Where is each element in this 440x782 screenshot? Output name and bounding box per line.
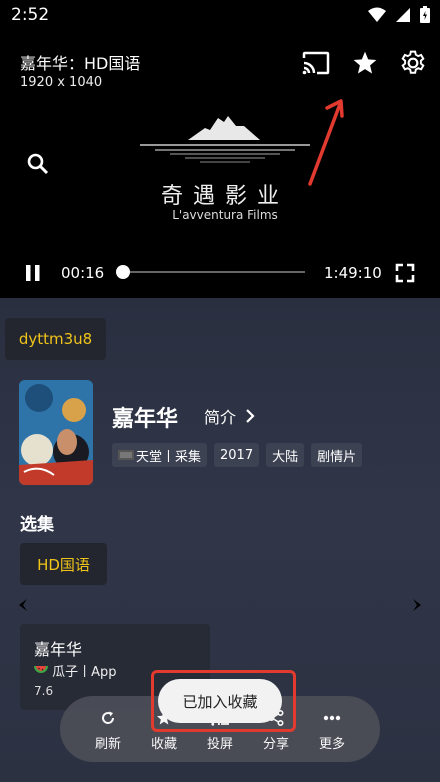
signal-icon [396,7,410,22]
tag-source: 天堂丨采集 [112,443,208,467]
related-card-source: 瓜子丨App [34,661,117,680]
cast-icon[interactable] [302,51,330,75]
tag-year: 2017 [214,443,260,467]
video-player[interactable]: 嘉年华：HD国语 1920 x 1040 奇遇影业 L'avventura Fi… [0,30,440,298]
source-thumbnail-icon [118,450,134,460]
annotation-highlight-box [151,670,296,732]
search-icon[interactable] [26,152,50,180]
tag-region: 大陆 [266,443,305,467]
refresh-icon [102,711,115,724]
favorite-star-icon[interactable] [352,50,378,76]
fullscreen-icon[interactable] [395,263,415,283]
settings-gear-icon[interactable] [400,50,426,76]
tag-genre: 剧情片 [311,443,363,467]
current-time: 00:16 [61,264,105,282]
video-resolution: 1920 x 1040 [20,75,103,90]
studio-logo: 奇遇影业 L'avventura Films [130,112,320,227]
video-title: 嘉年华：HD国语 [20,54,141,73]
intro-link[interactable]: 简介 [204,404,255,428]
player-top-actions [302,50,426,76]
battery-icon [420,6,430,23]
chevron-right-icon [246,409,255,423]
logo-english-text: L'avventura Films [172,208,278,222]
status-time: 2:52 [11,5,50,25]
movie-title: 嘉年华 [112,407,179,432]
playback-controls: 00:16 1:49:10 [0,258,440,288]
status-icons [368,6,430,23]
poster-artwork-icon [19,380,93,485]
more-button[interactable]: 更多 [304,708,360,752]
more-icon [323,715,341,721]
related-card-title: 嘉年华 [34,640,83,659]
pause-icon[interactable] [24,264,42,282]
seek-handle[interactable] [116,265,130,279]
related-card-rating: 7.6 [34,684,54,698]
mountain-logo-icon [140,116,310,163]
annotation-arrow-icon [308,99,344,186]
scroll-right-icon[interactable] [412,598,422,612]
watermelon-icon [34,665,48,673]
detail-panel: dyttm3u8 嘉年华 简介 天堂丨采集 2017 大陆 剧情片 选集 HD国… [0,298,440,782]
episode-chip[interactable]: HD国语 [20,543,107,585]
intro-label: 简介 [204,408,237,427]
scroll-left-icon[interactable] [18,598,28,612]
movie-poster[interactable] [19,380,93,485]
logo-chinese-text: 奇遇影业 [160,184,289,209]
source-chip[interactable]: dyttm3u8 [5,318,106,360]
refresh-button[interactable]: 刷新 [80,708,136,752]
total-time: 1:49:10 [324,264,382,282]
movie-tags: 天堂丨采集 2017 大陆 剧情片 [112,443,363,467]
status-bar: 2:52 [0,0,440,30]
wifi-icon [368,7,386,22]
seek-bar[interactable] [121,271,305,273]
episodes-section-title: 选集 [20,515,54,535]
